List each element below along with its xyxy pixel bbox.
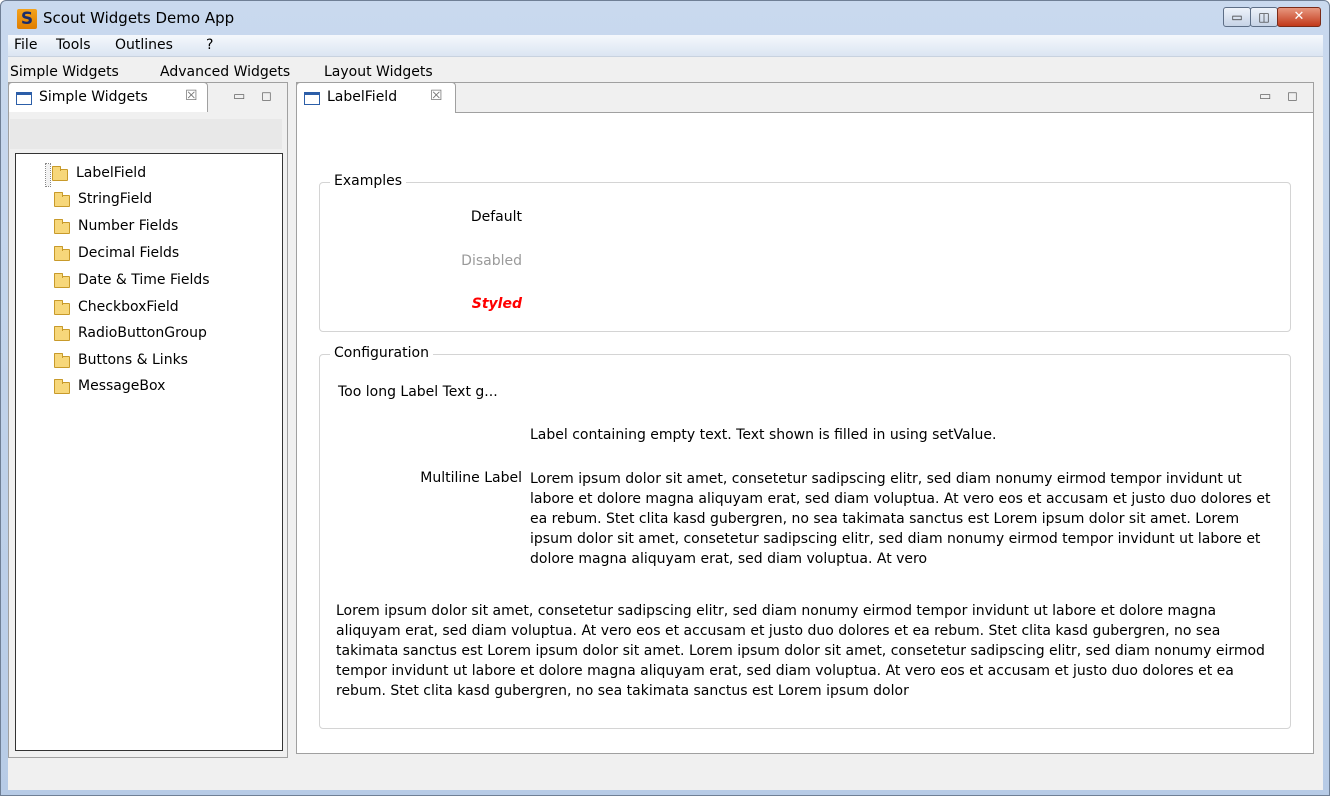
menu-help[interactable]: ? <box>206 37 213 53</box>
configuration-group: Configuration Too long Label Text g... L… <box>319 345 1291 729</box>
view-minimize-icon[interactable]: ▭ <box>233 89 245 104</box>
tree-item-label: Number Fields <box>78 218 179 234</box>
menu-file[interactable]: File <box>14 37 37 53</box>
empty-label-value: Label containing empty text. Text shown … <box>530 427 997 443</box>
tab-labelfield[interactable]: LabelField ☒ <box>296 82 456 113</box>
app-logo-icon: S <box>17 9 37 29</box>
title-bar[interactable]: S Scout Widgets Demo App ▭ ◫ ✕ <box>1 1 1329 35</box>
close-window-button[interactable]: ✕ <box>1277 7 1321 27</box>
examples-group: Examples Default Disabled Styled <box>319 173 1291 332</box>
view-maximize-icon[interactable]: ◻ <box>261 89 272 104</box>
close-icon: ✕ <box>1293 9 1305 24</box>
tree-item-label: Buttons & Links <box>78 352 188 368</box>
multiline-value: Lorem ipsum dolor sit amet, consetetur s… <box>530 471 1271 567</box>
menu-help-label: ? <box>206 37 214 53</box>
too-long-label: Too long Label Text g... <box>338 384 498 400</box>
maximize-window-button[interactable]: ◫ <box>1250 7 1278 27</box>
tree-item-label: Date & Time Fields <box>78 272 210 288</box>
folder-icon <box>54 246 70 261</box>
folder-icon <box>52 166 68 181</box>
minimize-window-button[interactable]: ▭ <box>1223 7 1251 27</box>
tree-item-label: RadioButtonGroup <box>78 325 207 341</box>
menu-file-label: File <box>14 37 38 53</box>
simple-widgets-view: Simple Widgets ☒ ▭ ◻ LabelField StringFi… <box>8 82 288 758</box>
examples-group-title: Examples <box>330 173 407 189</box>
maximize-icon: ◫ <box>1258 10 1270 24</box>
configuration-group-title: Configuration <box>330 345 433 361</box>
status-bar <box>8 758 1323 790</box>
tab-close-icon[interactable]: ☒ <box>430 88 443 104</box>
outline-layout-widgets[interactable]: Layout Widgets <box>324 64 433 80</box>
tab-simple-widgets[interactable]: Simple Widgets ☒ <box>8 82 208 112</box>
tree-item[interactable]: LabelField <box>45 163 146 187</box>
tree-item-label: StringField <box>78 191 153 207</box>
minimize-icon: ▭ <box>1231 10 1243 24</box>
folder-icon <box>54 379 70 394</box>
folder-icon <box>54 300 70 315</box>
tree-item-label: MessageBox <box>78 378 166 394</box>
view-minimize-icon[interactable]: ▭ <box>1259 89 1271 104</box>
tree-item-label: Decimal Fields <box>78 245 180 261</box>
menu-bar: File Tools Outlines ? <box>8 35 1323 57</box>
outline-advanced-widgets[interactable]: Advanced Widgets <box>160 64 290 80</box>
labelfield-view: LabelField ☒ ▭ ◻ Examples Default Disabl… <box>296 82 1314 754</box>
tree-item-label: CheckboxField <box>78 299 179 315</box>
tab-labelfield-label: LabelField <box>327 89 398 105</box>
folder-icon <box>54 326 70 341</box>
navigation-tree[interactable]: LabelField StringField Number Fields Dec… <box>15 153 283 751</box>
view-icon <box>16 92 32 105</box>
view-icon <box>304 92 320 105</box>
tree-header <box>10 119 282 149</box>
tab-close-icon[interactable]: ☒ <box>185 88 198 104</box>
window-title: Scout Widgets Demo App <box>43 9 235 27</box>
full-width-text: Lorem ipsum dolor sit amet, consetetur s… <box>336 603 1265 699</box>
tree-item-label: LabelField <box>76 165 147 181</box>
folder-icon <box>54 192 70 207</box>
app-window: S Scout Widgets Demo App ▭ ◫ ✕ File Tool… <box>0 0 1330 796</box>
default-label: Default <box>470 209 522 225</box>
styled-label: Styled <box>471 296 522 312</box>
outline-simple-widgets[interactable]: Simple Widgets <box>10 64 119 80</box>
view-maximize-icon[interactable]: ◻ <box>1287 89 1298 104</box>
folder-icon <box>54 219 70 234</box>
menu-outlines[interactable]: Outlines <box>115 37 173 53</box>
menu-outlines-label: Outlines <box>115 37 173 53</box>
disabled-label: Disabled <box>461 253 522 269</box>
folder-icon <box>54 273 70 288</box>
multiline-label: Multiline Label <box>420 470 522 486</box>
folder-icon <box>54 353 70 368</box>
tab-simple-widgets-label: Simple Widgets <box>39 89 148 105</box>
menu-tools[interactable]: Tools <box>56 37 91 53</box>
menu-tools-label: Tools <box>56 37 91 53</box>
